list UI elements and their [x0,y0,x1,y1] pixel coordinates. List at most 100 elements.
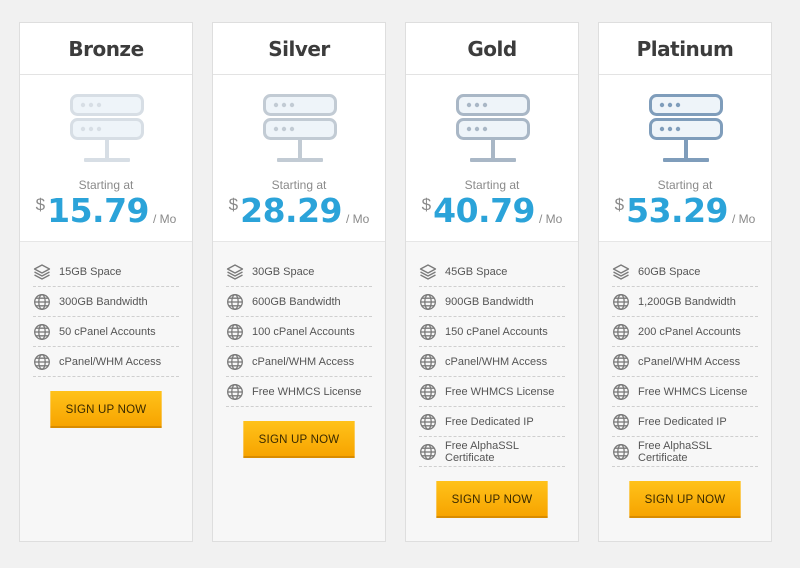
feature-item: 300GB Bandwidth [33,287,179,317]
feature-text: Free Dedicated IP [638,415,727,428]
feature-item: Free Dedicated IP [612,407,758,437]
price: $ 15.79 / Mo [20,191,192,231]
server-icon [70,94,144,166]
currency-symbol: $ [614,195,625,214]
card-header: Silver [213,23,385,75]
feature-item: 50 cPanel Accounts [33,317,179,347]
feature-text: 15GB Space [59,265,122,278]
globe-icon [419,323,437,341]
server-icon [456,94,530,166]
feature-text: Free WHMCS License [445,385,555,398]
price-amount: 15.79 [47,191,149,230]
globe-icon [226,293,244,311]
feature-item: 45GB Space [419,257,565,287]
feature-item: Free WHMCS License [419,377,565,407]
globe-icon [226,383,244,401]
feature-item: 900GB Bandwidth [419,287,565,317]
price-block: Starting at $ 15.79 / Mo [20,75,192,241]
feature-text: cPanel/WHM Access [445,355,548,368]
globe-icon [612,413,630,431]
globe-icon [33,293,51,311]
feature-item: 100 cPanel Accounts [226,317,372,347]
feature-text: Free AlphaSSL Certificate [638,439,712,464]
globe-icon [419,443,437,461]
price-period: / Mo [732,212,756,226]
pricing-card-platinum: Platinum Starting at $ 53.29 / Mo 60GB S… [598,22,772,542]
layers-icon [612,263,630,281]
server-icon [649,94,723,166]
layers-icon [419,263,437,281]
feature-item: Free WHMCS License [612,377,758,407]
plan-name: Silver [268,36,330,61]
feature-text: 60GB Space [638,265,701,278]
card-header: Gold [406,23,578,75]
feature-text: 300GB Bandwidth [59,295,148,308]
price-amount: 28.29 [240,191,342,230]
feature-text: Free WHMCS License [252,385,362,398]
feature-text: 200 cPanel Accounts [638,325,741,338]
feature-text: Free Dedicated IP [445,415,534,428]
price-amount: 53.29 [626,191,728,230]
starting-at-label: Starting at [464,178,520,192]
feature-item: 15GB Space [33,257,179,287]
server-icon [263,94,337,166]
feature-item: 60GB Space [612,257,758,287]
globe-icon [33,323,51,341]
feature-text: Free AlphaSSL Certificate [445,439,519,464]
feature-item: cPanel/WHM Access [226,347,372,377]
pricing-card-silver: Silver Starting at $ 28.29 / Mo 30GB Spa… [212,22,386,542]
starting-at-label: Starting at [271,178,327,192]
price: $ 40.79 / Mo [406,191,578,231]
feature-item: cPanel/WHM Access [33,347,179,377]
globe-icon [419,413,437,431]
feature-text: 900GB Bandwidth [445,295,534,308]
feature-item: Free Dedicated IP [419,407,565,437]
features-list: 30GB Space 600GB Bandwidth 100 cPanel Ac… [213,241,385,541]
sign-up-button[interactable]: SIGN UP NOW [629,481,741,518]
globe-icon [612,323,630,341]
pricing-card-gold: Gold Starting at $ 40.79 / Mo 45GB Space [405,22,579,542]
feature-text: 600GB Bandwidth [252,295,341,308]
globe-icon [419,383,437,401]
feature-item: 600GB Bandwidth [226,287,372,317]
layers-icon [33,263,51,281]
feature-text: 1,200GB Bandwidth [638,295,736,308]
currency-symbol: $ [228,195,239,214]
plan-name: Platinum [636,36,734,61]
feature-item: cPanel/WHM Access [419,347,565,377]
feature-text: 100 cPanel Accounts [252,325,355,338]
globe-icon [419,293,437,311]
features-list: 15GB Space 300GB Bandwidth 50 cPanel Acc… [20,241,192,541]
plan-name: Bronze [68,36,144,61]
layers-icon [226,263,244,281]
feature-item: cPanel/WHM Access [612,347,758,377]
globe-icon [226,353,244,371]
feature-text: 30GB Space [252,265,315,278]
feature-item: Free AlphaSSL Certificate [419,437,565,467]
price-amount: 40.79 [433,191,535,230]
starting-at-label: Starting at [657,178,713,192]
sign-up-button[interactable]: SIGN UP NOW [436,481,548,518]
feature-item: 200 cPanel Accounts [612,317,758,347]
price-block: Starting at $ 40.79 / Mo [406,75,578,241]
feature-item: 150 cPanel Accounts [419,317,565,347]
feature-text: 50 cPanel Accounts [59,325,156,338]
globe-icon [612,383,630,401]
price-block: Starting at $ 28.29 / Mo [213,75,385,241]
globe-icon [419,353,437,371]
price: $ 28.29 / Mo [213,191,385,231]
feature-text: cPanel/WHM Access [252,355,355,368]
globe-icon [612,353,630,371]
feature-text: cPanel/WHM Access [59,355,162,368]
feature-item: 1,200GB Bandwidth [612,287,758,317]
plan-name: Gold [467,36,517,61]
features-list: 45GB Space 900GB Bandwidth 150 cPanel Ac… [406,241,578,541]
starting-at-label: Starting at [78,178,134,192]
feature-text: 45GB Space [445,265,508,278]
price: $ 53.29 / Mo [599,191,771,231]
sign-up-button[interactable]: SIGN UP NOW [243,421,355,458]
globe-icon [226,323,244,341]
price-block: Starting at $ 53.29 / Mo [599,75,771,241]
sign-up-button[interactable]: SIGN UP NOW [50,391,162,428]
globe-icon [33,353,51,371]
